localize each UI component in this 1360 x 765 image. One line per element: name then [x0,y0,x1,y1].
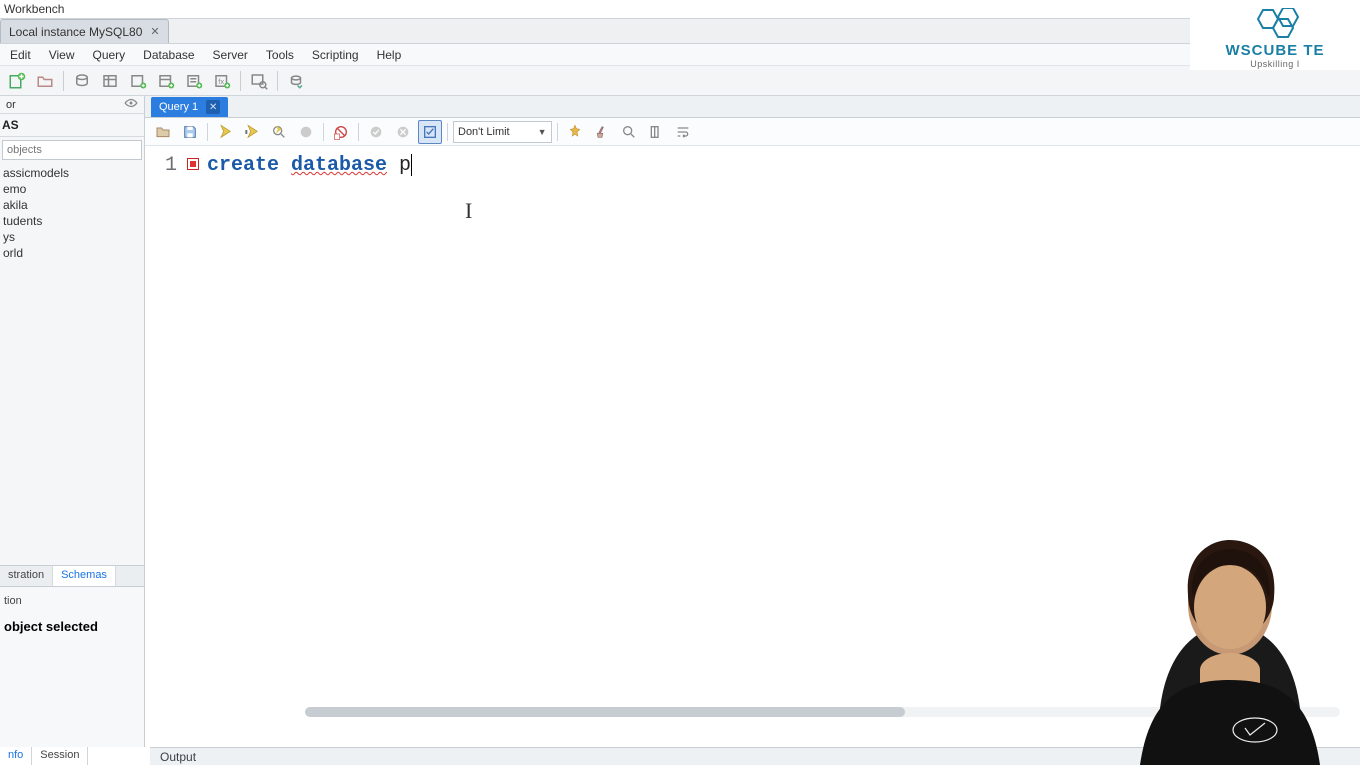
open-file-icon[interactable] [151,120,175,144]
brand-tagline: Upskilling I [1250,59,1300,69]
information-label: tion [4,593,140,609]
wrap-icon[interactable] [671,120,695,144]
menu-view[interactable]: View [41,46,83,64]
chevron-down-icon: ▼ [538,127,547,137]
brand-name: WSCUBE TE [1226,42,1325,59]
connection-tab[interactable]: Local instance MySQL80 ✕ [0,19,169,43]
query-tab-label: Query 1 [159,101,198,113]
eye-icon[interactable] [124,98,138,111]
toolbar-separator [447,123,448,141]
schema-list: assicmodels emo akila tudents ys orld [0,163,144,565]
beautify-icon[interactable] [563,120,587,144]
schemas-heading: AS [0,114,144,137]
commit-icon[interactable] [364,120,388,144]
main-toolbar: fx [0,66,1360,96]
filter-objects-input[interactable] [2,140,142,160]
schema-item[interactable]: emo [0,181,144,197]
connection-tab-bar: Local instance MySQL80 ✕ [0,18,1360,44]
new-sql-tab-icon[interactable] [4,68,30,94]
brand-logo: WSCUBE TE Upskilling I [1190,0,1360,70]
toolbar-separator [240,71,241,91]
toolbar-separator [277,71,278,91]
add-table-icon[interactable] [125,68,151,94]
limit-rows-dropdown[interactable]: Don't Limit ▼ [453,121,552,143]
information-panel: tion object selected [0,587,144,747]
code-line[interactable]: create database p [207,152,1360,180]
search-table-icon[interactable] [246,68,272,94]
toolbar-separator [323,123,324,141]
output-label: Output [160,750,196,764]
execute-icon[interactable] [213,120,237,144]
menu-bar: Edit View Query Database Server Tools Sc… [0,44,1360,66]
add-function-icon[interactable]: fx [209,68,235,94]
query-tab[interactable]: Query 1 ✕ [151,97,228,117]
autocommit-toggle-icon[interactable] [418,120,442,144]
navigator-bottom-tabs: stration Schemas [0,565,144,587]
menu-database[interactable]: Database [135,46,202,64]
menu-scripting[interactable]: Scripting [304,46,367,64]
schema-item[interactable]: akila [0,197,144,213]
tab-schemas[interactable]: Schemas [53,566,116,586]
limit-rows-label: Don't Limit [458,126,510,138]
svg-text:fx: fx [218,77,224,86]
save-icon[interactable] [178,120,202,144]
schema-item[interactable]: tudents [0,213,144,229]
inspector-icon[interactable] [69,68,95,94]
menu-query[interactable]: Query [84,46,133,64]
toolbar-separator [557,123,558,141]
navigator-panel: or AS assicmodels emo akila tudents ys o… [0,96,145,747]
query-tab-bar: Query 1 ✕ [145,96,1360,118]
app-title-bar: Workbench [0,0,1360,18]
schema-item[interactable]: assicmodels [0,165,144,181]
schema-item[interactable]: ys [0,229,144,245]
no-object-selected: object selected [4,609,140,634]
explain-icon[interactable] [267,120,291,144]
query-toolbar: Don't Limit ▼ [145,118,1360,146]
tab-administration[interactable]: stration [0,566,53,586]
toolbar-separator [207,123,208,141]
gutter: 1 [145,146,207,747]
menu-server[interactable]: Server [205,46,256,64]
toolbar-separator [63,71,64,91]
error-marker-icon [187,158,199,170]
ibeam-cursor-icon: I [465,198,472,224]
scrollbar-thumb[interactable] [305,707,905,717]
stop-icon[interactable] [294,120,318,144]
text-cursor [411,154,412,176]
menu-tools[interactable]: Tools [258,46,302,64]
app-title: Workbench [4,2,64,16]
open-sql-icon[interactable] [32,68,58,94]
navigator-header: or [0,96,144,114]
presenter-webcam [1100,515,1360,765]
schema-item[interactable]: orld [0,245,144,261]
tab-object-info[interactable]: nfo [0,747,32,765]
find-icon[interactable] [617,120,641,144]
tab-session[interactable]: Session [32,747,88,765]
close-icon[interactable]: ✕ [150,25,159,38]
add-routine-icon[interactable] [181,68,207,94]
toolbar-separator [358,123,359,141]
add-view-icon[interactable] [153,68,179,94]
execute-current-icon[interactable] [240,120,264,144]
menu-edit[interactable]: Edit [2,46,39,64]
navigator-label: or [6,99,16,111]
keyword-database: database [291,154,387,177]
code-text: p [387,154,411,177]
stop-on-error-icon[interactable] [329,120,353,144]
cleanup-icon[interactable] [590,120,614,144]
table-icon[interactable] [97,68,123,94]
invisible-chars-icon[interactable] [644,120,668,144]
connection-tab-label: Local instance MySQL80 [9,25,142,39]
menu-help[interactable]: Help [369,46,410,64]
reconnect-icon[interactable] [283,68,309,94]
info-bottom-tabs: nfo Session [0,747,88,765]
hexagon-logo-icon [1245,8,1305,42]
filter-container [2,140,142,160]
line-number: 1 [145,152,203,180]
keyword-create: create [207,154,279,177]
rollback-icon[interactable] [391,120,415,144]
close-icon[interactable]: ✕ [206,100,220,114]
